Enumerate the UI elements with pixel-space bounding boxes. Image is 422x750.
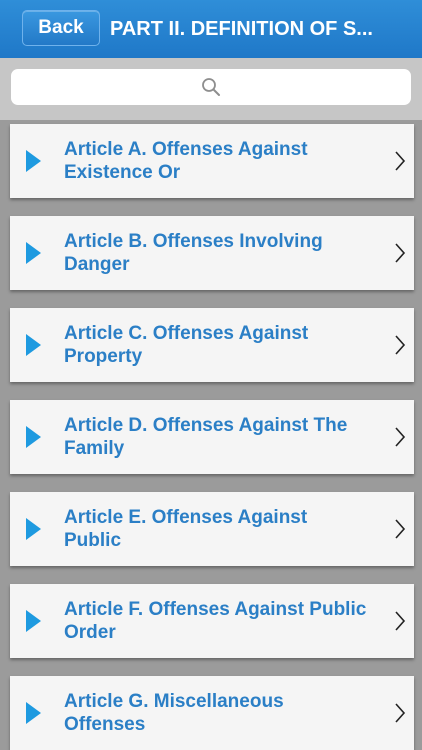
list-item-article-g[interactable]: Article G. Miscellaneous Offenses xyxy=(10,676,414,750)
chevron-right-icon xyxy=(395,335,406,355)
nav-bar: Back PART II. DEFINITION OF S... xyxy=(0,0,422,58)
list-item-article-a[interactable]: Article A. Offenses Against Existence Or xyxy=(10,124,414,198)
list-item-article-c[interactable]: Article C. Offenses Against Property xyxy=(10,308,414,382)
play-icon xyxy=(26,334,41,356)
play-icon xyxy=(26,426,41,448)
search-input[interactable] xyxy=(11,69,411,105)
play-icon xyxy=(26,610,41,632)
list-item-label: Article E. Offenses Against Public xyxy=(64,507,308,551)
list-item-label: Article D. Offenses Against The Family xyxy=(64,415,348,459)
back-button[interactable]: Back xyxy=(22,10,100,46)
list-item-label: Article C. Offenses Against Property xyxy=(64,323,309,367)
chevron-right-icon xyxy=(395,243,406,263)
list-item-label: Article B. Offenses Involving Danger xyxy=(64,231,323,275)
list-item-article-b[interactable]: Article B. Offenses Involving Danger xyxy=(10,216,414,290)
search-bar xyxy=(0,58,422,120)
list-item-article-d[interactable]: Article D. Offenses Against The Family xyxy=(10,400,414,474)
play-icon xyxy=(26,150,41,172)
list-item-label: Article A. Offenses Against Existence Or xyxy=(64,139,308,183)
chevron-right-icon xyxy=(395,151,406,171)
list-item-label: Article G. Miscellaneous Offenses xyxy=(64,691,284,735)
list-item-label: Article F. Offenses Against Public Order xyxy=(64,599,367,643)
play-icon xyxy=(26,702,41,724)
chevron-right-icon xyxy=(395,611,406,631)
list-item-article-e[interactable]: Article E. Offenses Against Public xyxy=(10,492,414,566)
chevron-right-icon xyxy=(395,519,406,539)
page-title: PART II. DEFINITION OF S... xyxy=(110,18,373,40)
play-icon xyxy=(26,518,41,540)
list-item-article-f[interactable]: Article F. Offenses Against Public Order xyxy=(10,584,414,658)
chevron-right-icon xyxy=(395,703,406,723)
search-icon xyxy=(202,78,220,96)
chevron-right-icon xyxy=(395,427,406,447)
play-icon xyxy=(26,242,41,264)
